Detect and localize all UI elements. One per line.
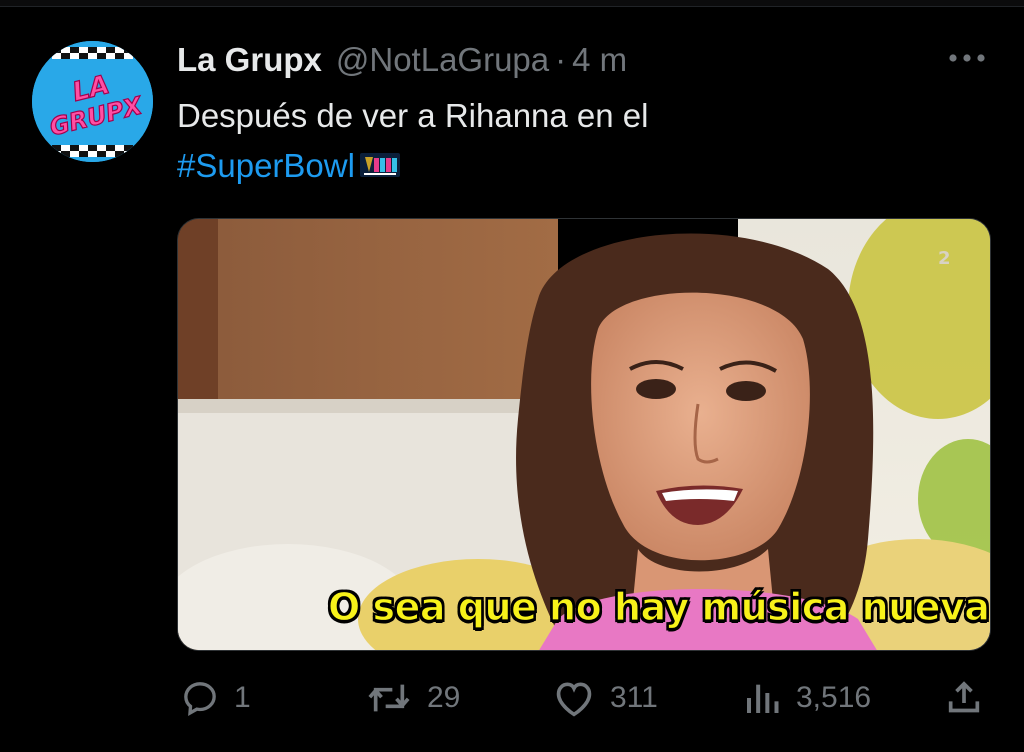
reply-count: 1 xyxy=(234,681,251,714)
heart-icon xyxy=(556,682,592,717)
more-dots-icon xyxy=(949,54,985,62)
retweet-count: 29 xyxy=(427,681,461,714)
tweet-media-image[interactable]: 2 O sea que no hay música nueva... xyxy=(177,218,991,651)
retweet-button[interactable]: 29 xyxy=(365,676,460,720)
display-name[interactable]: La Grupx xyxy=(177,41,322,79)
meme-caption: O sea que no hay música nueva... xyxy=(327,584,991,629)
views-count: 3,516 xyxy=(796,681,872,714)
more-options-button[interactable] xyxy=(944,46,990,70)
timestamp[interactable]: 4 m xyxy=(572,41,627,79)
hashtag-link[interactable]: #SuperBowl xyxy=(177,147,355,184)
top-divider xyxy=(0,0,1024,7)
tweet-text-line: Después de ver a Rihanna en el xyxy=(177,97,649,134)
super-bowl-lvii-icon xyxy=(359,144,401,194)
separator-dot: · xyxy=(555,41,567,78)
retweet-icon xyxy=(368,684,410,712)
tweet-header: La Grupx @NotLaGrupa · 4 m xyxy=(177,38,627,82)
user-handle[interactable]: @NotLaGrupa xyxy=(336,41,549,79)
views-button[interactable]: 3,516 xyxy=(742,676,871,720)
avatar-logo: LA GRUPX xyxy=(32,41,153,162)
views-chart-icon xyxy=(747,684,779,713)
like-button[interactable]: 311 xyxy=(552,676,658,720)
like-count: 311 xyxy=(610,681,658,714)
svg-text:2: 2 xyxy=(938,248,951,269)
share-icon xyxy=(948,681,980,713)
reply-icon xyxy=(184,682,216,716)
reply-button[interactable]: 1 xyxy=(180,676,251,720)
avatar[interactable]: LA GRUPX xyxy=(32,41,153,162)
tweet-text: Después de ver a Rihanna en el #SuperBow… xyxy=(177,91,957,194)
action-bar: 1 29 311 3,516 xyxy=(0,676,1024,720)
share-button[interactable] xyxy=(944,676,984,720)
